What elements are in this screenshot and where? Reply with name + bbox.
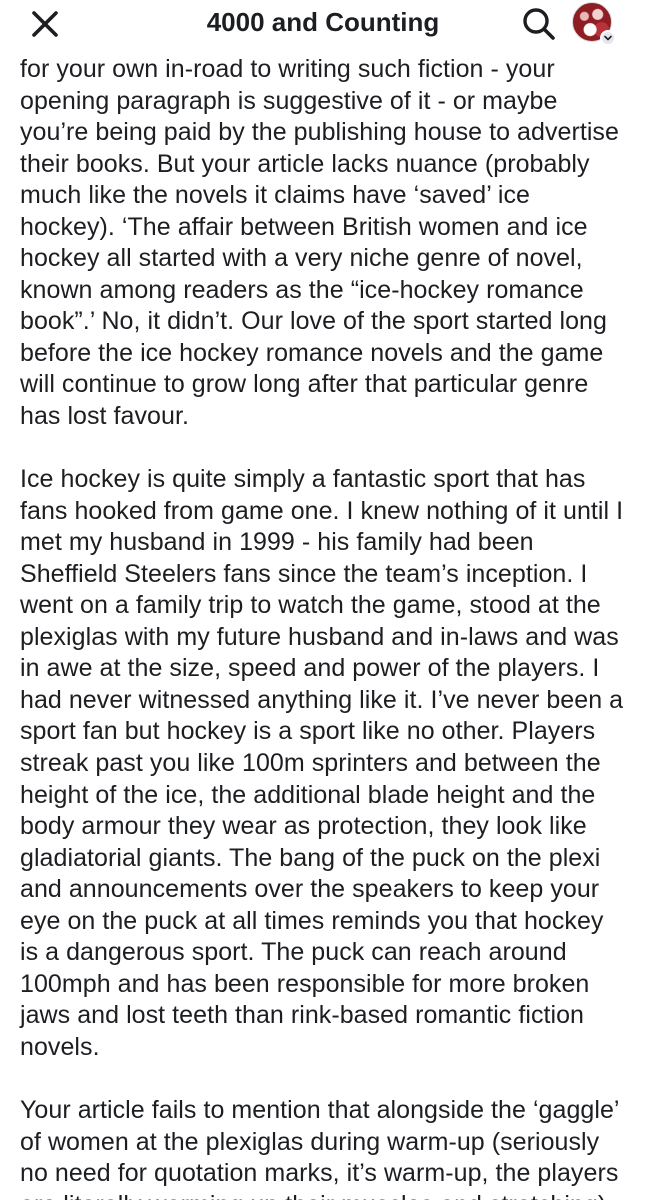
post-body: for your own in-road to writing such fic… bbox=[20, 54, 626, 1200]
search-button[interactable] bbox=[520, 5, 558, 43]
app-header: 4000 and Counting bbox=[0, 0, 646, 48]
close-icon bbox=[32, 11, 58, 37]
post-paragraph: Ice hockey is quite simply a fantastic s… bbox=[20, 465, 624, 1061]
close-button[interactable] bbox=[28, 7, 62, 41]
profile-menu-button[interactable] bbox=[572, 2, 616, 46]
post-paragraph: Your article fails to mention that along… bbox=[20, 1096, 619, 1200]
post-paragraph: for your own in-road to writing such fic… bbox=[20, 55, 619, 431]
chevron-down-icon bbox=[600, 30, 616, 46]
search-icon bbox=[523, 8, 555, 40]
